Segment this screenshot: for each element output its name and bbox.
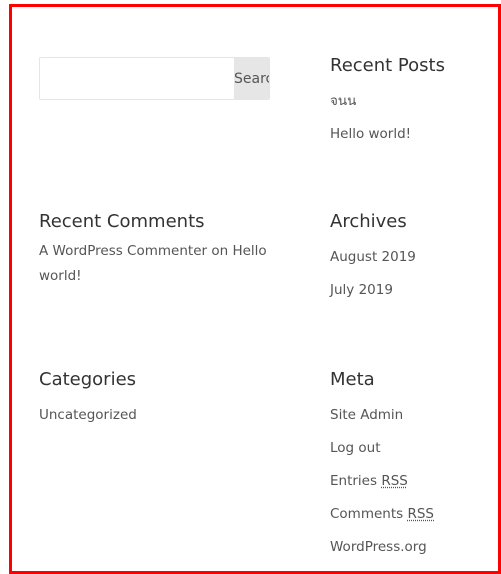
recent-comments-title: Recent Comments (39, 211, 205, 232)
list-item: Hello world! (330, 118, 445, 151)
archive-link[interactable]: August 2019 (330, 249, 416, 265)
search-input[interactable] (40, 58, 234, 99)
sidebar-widgets-area: Search Recent Posts จนน Hello world! Rec… (9, 4, 501, 574)
comment-on-word: on (211, 243, 229, 259)
categories-list: Uncategorized (39, 399, 137, 432)
recent-posts-widget: Recent Posts จนน Hello world! (330, 55, 445, 151)
rss-abbr: RSS (381, 473, 408, 489)
entries-rss-link[interactable]: Entries RSS (330, 473, 408, 489)
comment-author-link[interactable]: A WordPress Commenter (39, 243, 207, 259)
archive-link[interactable]: July 2019 (330, 282, 393, 298)
recent-post-link[interactable]: Hello world! (330, 126, 411, 142)
recent-post-link[interactable]: จนน (330, 93, 356, 109)
list-item: Site Admin (330, 399, 434, 432)
search-button[interactable]: Search (234, 58, 269, 99)
archives-title: Archives (330, 211, 407, 232)
list-item: Log out (330, 432, 434, 465)
comments-rss-link[interactable]: Comments RSS (330, 506, 434, 522)
recent-comment-entry: A WordPress Commenter on Hello world! (39, 239, 269, 289)
list-item: จนน (330, 85, 445, 118)
search-form: Search (39, 57, 270, 100)
categories-title: Categories (39, 369, 137, 390)
site-admin-link[interactable]: Site Admin (330, 407, 403, 423)
recent-posts-list: จนน Hello world! (330, 85, 445, 151)
wordpress-org-link[interactable]: WordPress.org (330, 539, 427, 555)
category-link[interactable]: Uncategorized (39, 407, 137, 423)
list-item: Comments RSS (330, 498, 434, 531)
categories-widget: Categories Uncategorized (39, 369, 137, 432)
list-item: Uncategorized (39, 399, 137, 432)
rss-abbr: RSS (407, 506, 435, 522)
recent-posts-title: Recent Posts (330, 55, 445, 76)
archives-list: August 2019 July 2019 (330, 241, 416, 307)
list-item: July 2019 (330, 274, 416, 307)
meta-title: Meta (330, 369, 375, 390)
list-item: August 2019 (330, 241, 416, 274)
entries-rss-prefix: Entries (330, 473, 378, 489)
list-item: WordPress.org (330, 531, 434, 564)
archives-widget: Archives August 2019 July 2019 (330, 211, 416, 307)
meta-list: Site Admin Log out Entries RSS Comments … (330, 399, 434, 564)
list-item: Entries RSS (330, 465, 434, 498)
comments-rss-prefix: Comments (330, 506, 404, 522)
page-margin (0, 0, 9, 574)
meta-widget: Meta Site Admin Log out Entries RSS Comm… (330, 369, 434, 564)
log-out-link[interactable]: Log out (330, 440, 381, 456)
recent-comments-widget: Recent Comments A WordPress Commenter on… (39, 211, 269, 289)
